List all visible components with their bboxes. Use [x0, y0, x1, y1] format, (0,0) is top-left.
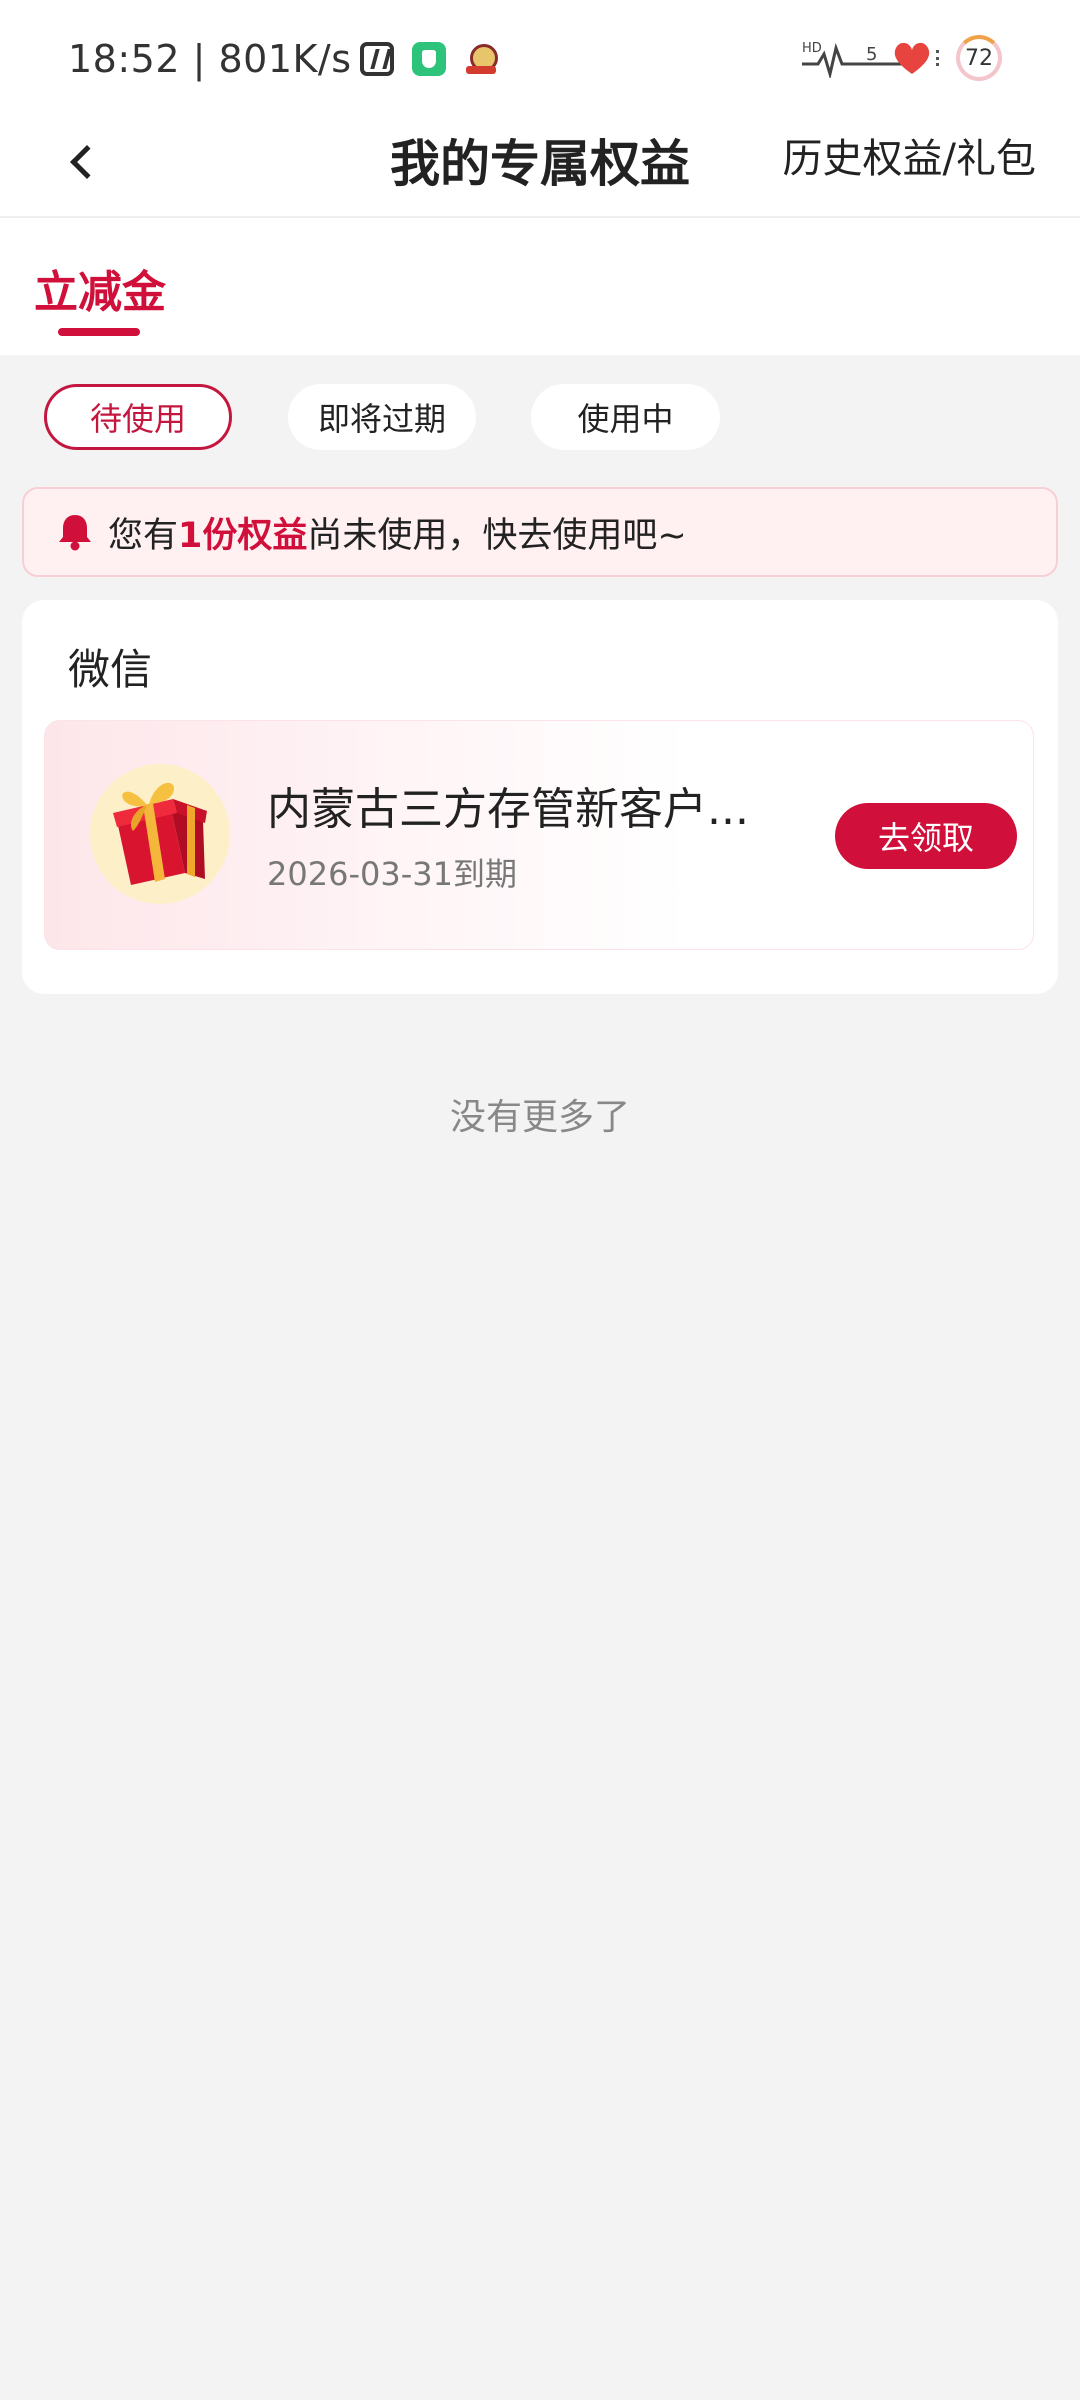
unused-benefit-notice: 您有 1份权益 尚未使用，快去使用吧~: [22, 487, 1058, 577]
group-title: 微信: [68, 645, 153, 694]
benefit-item[interactable]: 内蒙古三方存管新客户... 2026-03-31到期 去领取: [44, 720, 1034, 950]
notice-count: 1份权益: [178, 515, 308, 556]
filter-in-use[interactable]: 使用中: [531, 384, 720, 450]
security-app-icon: [411, 42, 446, 76]
status-network-speed: 801K/s: [218, 37, 352, 81]
status-dots: [936, 50, 942, 66]
signal-number: 5: [866, 44, 877, 65]
mascot-app-icon: [464, 42, 498, 76]
nfc-icon: [359, 42, 394, 76]
bell-icon: [59, 515, 91, 551]
status-separator: |: [180, 37, 219, 81]
filter-pending[interactable]: 待使用: [44, 384, 232, 450]
benefit-name: 内蒙古三方存管新客户...: [267, 784, 749, 835]
benefit-expiry: 2026-03-31到期: [267, 855, 517, 893]
gift-icon: [90, 764, 230, 904]
battery-indicator: 72: [956, 35, 1002, 81]
history-benefits-link[interactable]: 历史权益/礼包: [783, 126, 1036, 184]
claim-button[interactable]: 去领取: [835, 803, 1017, 869]
tab-active-indicator: [58, 328, 140, 336]
notice-prefix: 您有: [108, 515, 179, 556]
back-icon[interactable]: [52, 132, 112, 192]
tab-instant-discount[interactable]: 立减金: [34, 256, 166, 320]
notice-suffix: 尚未使用，快去使用吧~: [307, 515, 687, 556]
page-header: 我的专属权益 历史权益/礼包: [0, 110, 1080, 218]
signal-hd-label: HD: [802, 41, 822, 56]
status-time: 18:52: [68, 37, 181, 81]
no-more-text: 没有更多了: [449, 1097, 630, 1138]
status-left: 18:52 | 801K/s: [68, 34, 498, 84]
status-filters: 待使用 即将过期 使用中: [0, 382, 1080, 452]
heart-icon: [894, 42, 930, 74]
category-tabs: 立减金: [0, 220, 1080, 355]
filter-expiring[interactable]: 即将过期: [288, 384, 476, 450]
benefit-group-card: 微信 内蒙古三方存管新客户... 2026-03-31到期 去领取: [22, 600, 1058, 994]
status-right: HD 5 72: [800, 30, 1002, 86]
status-bar: 18:52 | 801K/s HD 5 72: [0, 0, 1080, 110]
